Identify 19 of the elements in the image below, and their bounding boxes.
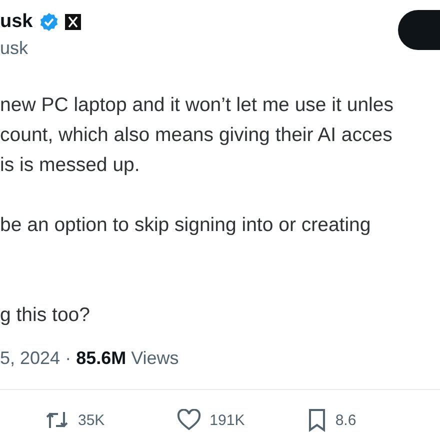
view-count: 85.6M — [76, 348, 126, 369]
heart-icon[interactable] — [176, 409, 201, 431]
post-text: is is messed up. — [0, 153, 141, 178]
post-text: count, which also means giving their AI acces — [0, 123, 394, 148]
repost-icon[interactable] — [45, 409, 69, 431]
post-date[interactable]: 5, 2024 — [0, 348, 60, 369]
separator: · — [65, 348, 72, 369]
author-name[interactable]: usk — [0, 11, 33, 33]
action-count: 35K — [78, 412, 105, 428]
post-text: g this too? — [0, 303, 91, 328]
bookmark-icon[interactable] — [308, 408, 326, 432]
action-count: 191K — [210, 412, 245, 428]
follow-button[interactable] — [398, 10, 440, 50]
post-text: be an option to skip signing into or creating — [0, 213, 372, 238]
views-label: Views — [131, 348, 179, 369]
post-text: new PC laptop and it won’t let me use it unles — [0, 93, 394, 118]
action-count: 8.6 — [335, 412, 356, 428]
author-handle[interactable]: usk — [0, 38, 28, 59]
logo-icon — [64, 14, 81, 30]
